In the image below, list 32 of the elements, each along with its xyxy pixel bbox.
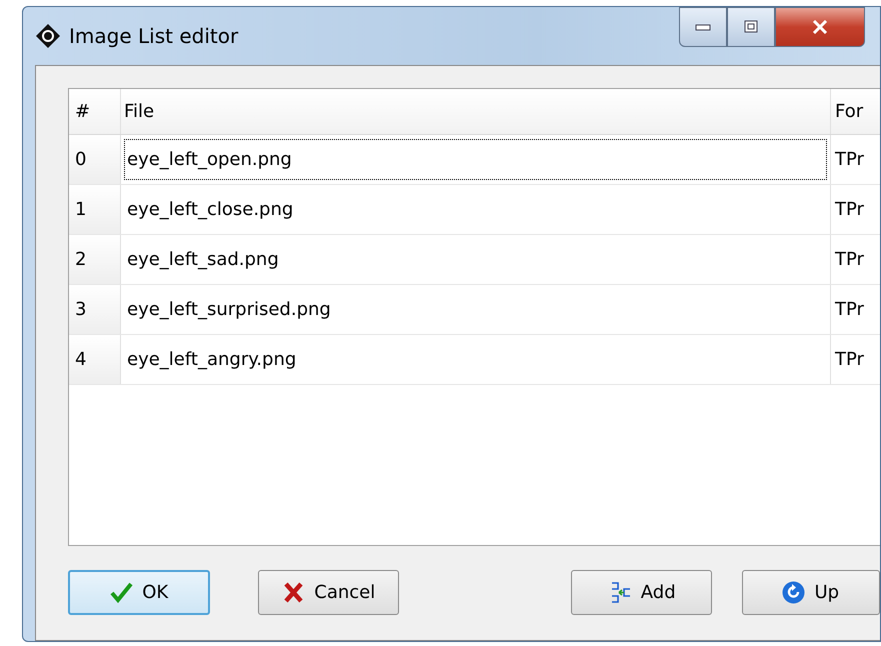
table-cell: TPr xyxy=(835,199,864,220)
column-header: For xyxy=(835,101,864,122)
row-number: 0 xyxy=(75,149,86,170)
refresh-icon xyxy=(781,580,806,605)
minimize-icon xyxy=(695,23,711,31)
table-cell[interactable]: eye_left_close.png xyxy=(124,189,827,230)
row-number: 2 xyxy=(75,249,86,270)
table-cell: TPr xyxy=(835,349,864,370)
add-button[interactable]: Add xyxy=(570,570,712,615)
table-cell[interactable]: eye_left_surprised.png xyxy=(124,289,827,330)
row-number: 3 xyxy=(75,299,86,320)
maximize-button[interactable] xyxy=(727,7,775,47)
column-header: # xyxy=(75,101,90,122)
maximize-icon xyxy=(743,20,759,34)
ok-button[interactable]: OK xyxy=(68,570,210,615)
window-title: Image List editor xyxy=(69,24,238,48)
table-cell[interactable]: eye_left_sad.png xyxy=(124,239,827,280)
table-cell: TPr xyxy=(835,249,864,270)
app-icon xyxy=(35,23,61,49)
row-number: 4 xyxy=(75,349,86,370)
table-cell: TPr xyxy=(835,299,864,320)
minimize-button[interactable] xyxy=(679,7,727,47)
table-cell[interactable]: eye_left_angry.png xyxy=(124,339,827,380)
close-button[interactable] xyxy=(775,7,865,47)
column-header: File xyxy=(124,101,154,122)
table-cell[interactable]: eye_left_open.png xyxy=(124,139,827,180)
close-icon xyxy=(811,20,829,34)
table-cell: TPr xyxy=(835,149,864,170)
cancel-button[interactable]: Cancel xyxy=(258,570,399,615)
row-number: 1 xyxy=(75,199,86,220)
up-button[interactable]: Up xyxy=(742,570,880,615)
check-icon xyxy=(109,580,134,605)
